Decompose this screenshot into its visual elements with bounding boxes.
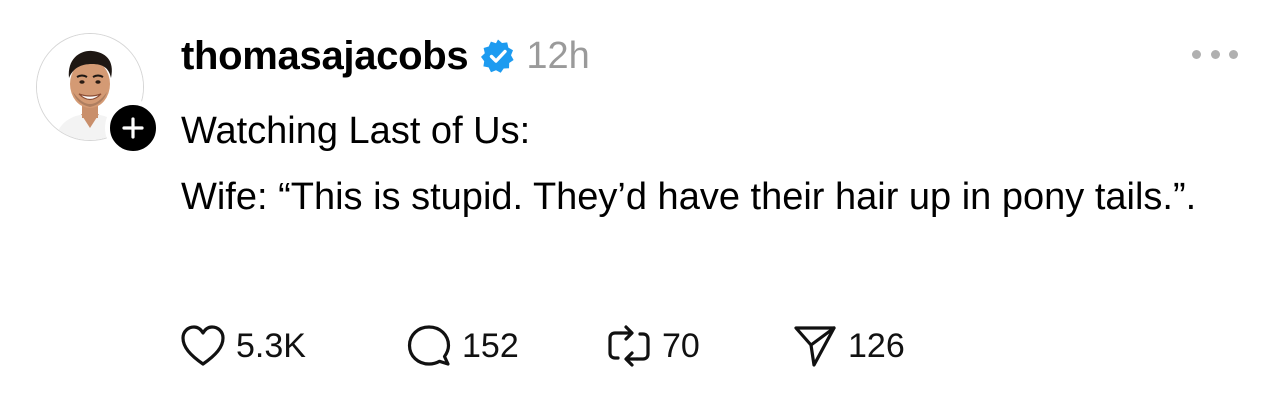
reply-count: 152	[462, 326, 519, 365]
heart-icon	[181, 325, 225, 366]
reply-button[interactable]: 152	[406, 323, 606, 369]
post-header: thomasajacobs 12h	[181, 28, 590, 84]
repost-button[interactable]: 70	[606, 323, 792, 369]
follow-button[interactable]	[105, 100, 161, 156]
more-options-button[interactable]	[1192, 42, 1238, 66]
like-count: 5.3K	[236, 326, 306, 365]
post-timestamp[interactable]: 12h	[526, 35, 589, 78]
share-button[interactable]: 126	[792, 323, 952, 369]
verified-badge-icon	[480, 38, 516, 74]
plus-icon	[122, 117, 144, 139]
repost-icon	[608, 325, 650, 367]
speech-bubble-icon	[407, 325, 451, 366]
share-count: 126	[848, 326, 905, 365]
post-body: Watching Last of Us: Wife: “This is stup…	[181, 98, 1221, 230]
like-button[interactable]: 5.3K	[180, 324, 406, 368]
more-horizontal-icon	[1192, 49, 1201, 59]
post-text-line: Wife: “This is stupid. They’d have their…	[181, 176, 1197, 218]
action-bar: 5.3K 152 70 126	[180, 322, 952, 370]
username-link[interactable]: thomasajacobs	[181, 34, 469, 79]
post-text-line: Watching Last of Us:	[181, 110, 531, 152]
repost-count: 70	[662, 326, 700, 365]
avatar-container[interactable]	[36, 33, 161, 156]
paper-plane-icon	[794, 326, 836, 367]
